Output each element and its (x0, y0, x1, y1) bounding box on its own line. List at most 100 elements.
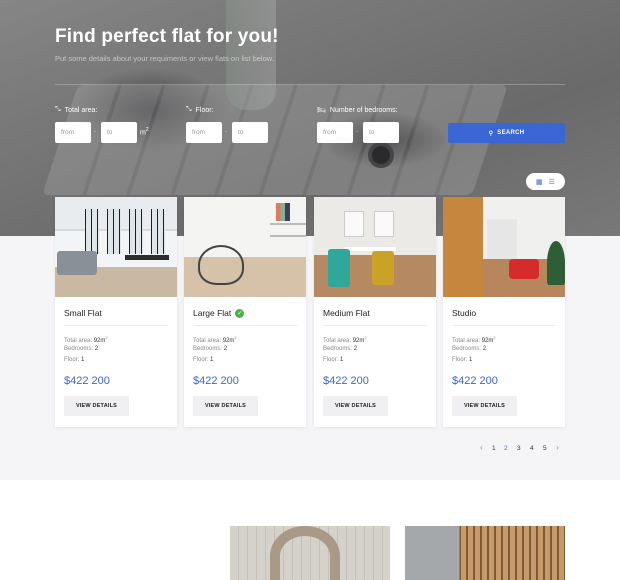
listing-card-studio[interactable]: Studio Total area: 92m2 Bedrooms: 2 Floo… (443, 197, 565, 427)
listing-photo[interactable] (314, 197, 436, 297)
floor-from-input[interactable]: from (186, 122, 222, 143)
photo-window (129, 209, 143, 254)
floor-label: Floor: (64, 357, 80, 363)
listing-bedrooms: Bedrooms: 2 (452, 346, 486, 352)
range-separator: - (225, 129, 227, 135)
listing-title[interactable]: Large Flat ✓ (193, 308, 245, 318)
bedrooms-value: 2 (353, 346, 358, 352)
feature-image-wood-panels (405, 526, 565, 580)
bedrooms-value: 2 (482, 346, 487, 352)
listing-area: Total area: 92m2 (323, 335, 367, 344)
total-area-label-group: ⤡ Total area: (55, 106, 97, 114)
photo-artwork (374, 211, 394, 237)
listing-price: $422 200 (323, 375, 369, 387)
floor-label: Floor: (323, 357, 339, 363)
photo-stair-curve (270, 526, 340, 580)
pagination-page-3[interactable]: 3 (517, 445, 521, 452)
view-details-button[interactable]: VIEW DETAILS (193, 396, 258, 416)
area-label: Total area: (64, 338, 93, 344)
photo-chair (198, 245, 244, 285)
search-button[interactable]: ⚲ SEARCH (448, 123, 565, 143)
hero-title: Find perfect flat for you! (55, 26, 279, 47)
listing-title[interactable]: Medium Flat (323, 308, 370, 318)
card-divider (323, 325, 427, 326)
area-sup: 2 (364, 335, 367, 340)
listing-title-text: Large Flat (193, 308, 232, 318)
listing-bedrooms: Bedrooms: 2 (193, 346, 227, 352)
view-details-button[interactable]: VIEW DETAILS (64, 396, 129, 416)
verified-check-icon: ✓ (235, 308, 245, 318)
photo-shelf (270, 223, 306, 225)
photo-sofa (509, 259, 539, 279)
bedrooms-label-group: 🛏 Number of bedrooms: (317, 106, 398, 115)
listing-price: $422 200 (64, 375, 110, 387)
listing-area: Total area: 92m2 (193, 335, 237, 344)
listing-photo[interactable] (184, 197, 306, 297)
bedrooms-label: Bedrooms: (452, 346, 482, 352)
list-icon[interactable]: ☰ (549, 178, 555, 186)
area-label: Total area: (193, 338, 222, 344)
listing-title[interactable]: Small Flat (64, 308, 102, 318)
area-sup: 2 (234, 335, 237, 340)
bedrooms-value: 2 (223, 346, 228, 352)
listing-area: Total area: 92m2 (452, 335, 496, 344)
listing-title[interactable]: Studio (452, 308, 476, 318)
total-area-from-input[interactable]: from (55, 122, 91, 143)
view-details-button[interactable]: VIEW DETAILS (452, 396, 517, 416)
total-area-to-input[interactable]: to (101, 122, 137, 143)
photo-books (276, 203, 290, 221)
photo-wall (443, 197, 483, 297)
listing-bedrooms: Bedrooms: 2 (64, 346, 98, 352)
listing-photo[interactable] (443, 197, 565, 297)
area-sup: 2 (493, 335, 496, 340)
grid-icon[interactable]: ▦ (536, 178, 543, 186)
search-button-label: SEARCH (497, 130, 525, 136)
area-value: 92m (481, 338, 494, 344)
bedrooms-label: Bedrooms: (64, 346, 94, 352)
pagination-page-5[interactable]: 5 (543, 445, 547, 452)
listing-price: $422 200 (452, 375, 498, 387)
listing-bedrooms: Bedrooms: 2 (323, 346, 357, 352)
listing-photo[interactable] (55, 197, 177, 297)
area-value: 92m (93, 338, 106, 344)
pagination-page-1[interactable]: 1 (492, 445, 496, 452)
range-separator: - (356, 129, 358, 135)
photo-window (107, 209, 121, 254)
bedrooms-from-input[interactable]: from (317, 122, 353, 143)
floor-value: 1 (469, 357, 473, 363)
area-label: Total area: (323, 338, 352, 344)
pagination-page-2[interactable]: 2 (504, 445, 508, 452)
hero-divider (55, 84, 565, 85)
area-unit-sup: 2 (145, 127, 149, 133)
resize-icon: ⤡ (55, 106, 61, 113)
listing-price: $422 200 (193, 375, 239, 387)
listing-card-large-flat[interactable]: Large Flat ✓ Total area: 92m2 Bedrooms: … (184, 197, 306, 427)
range-separator: - (94, 129, 96, 135)
floor-value: 1 (81, 357, 85, 363)
area-label: Total area: (452, 338, 481, 344)
pagination-prev-button[interactable]: ‹ (480, 443, 483, 452)
photo-plant (547, 241, 565, 285)
floor-label-group: ⤡ Floor: (186, 106, 214, 114)
listing-card-medium-flat[interactable]: Medium Flat Total area: 92m2 Bedrooms: 2… (314, 197, 436, 427)
area-value: 92m (352, 338, 365, 344)
photo-corridor (487, 219, 517, 259)
listing-floor: Floor: 1 (323, 357, 343, 363)
photo-window (151, 209, 165, 254)
photo-sofa (57, 251, 97, 275)
bedrooms-label: Bedrooms: (323, 346, 353, 352)
pagination-next-button[interactable]: › (556, 443, 559, 452)
card-divider (64, 325, 168, 326)
total-area-label: Total area: (64, 106, 98, 114)
listing-title-text: Medium Flat (323, 308, 370, 318)
pagination-page-4[interactable]: 4 (530, 445, 534, 452)
bedrooms-to-input[interactable]: to (363, 122, 399, 143)
area-sup: 2 (105, 335, 108, 340)
listing-card-small-flat[interactable]: Small Flat Total area: 92m2 Bedrooms: 2 … (55, 197, 177, 427)
listing-floor: Floor: 1 (64, 357, 84, 363)
photo-chair (372, 251, 394, 285)
floor-to-input[interactable]: to (232, 122, 268, 143)
page: Find perfect flat for you! Put some deta… (0, 0, 620, 580)
search-icon: ⚲ (488, 130, 494, 137)
view-details-button[interactable]: VIEW DETAILS (323, 396, 388, 416)
